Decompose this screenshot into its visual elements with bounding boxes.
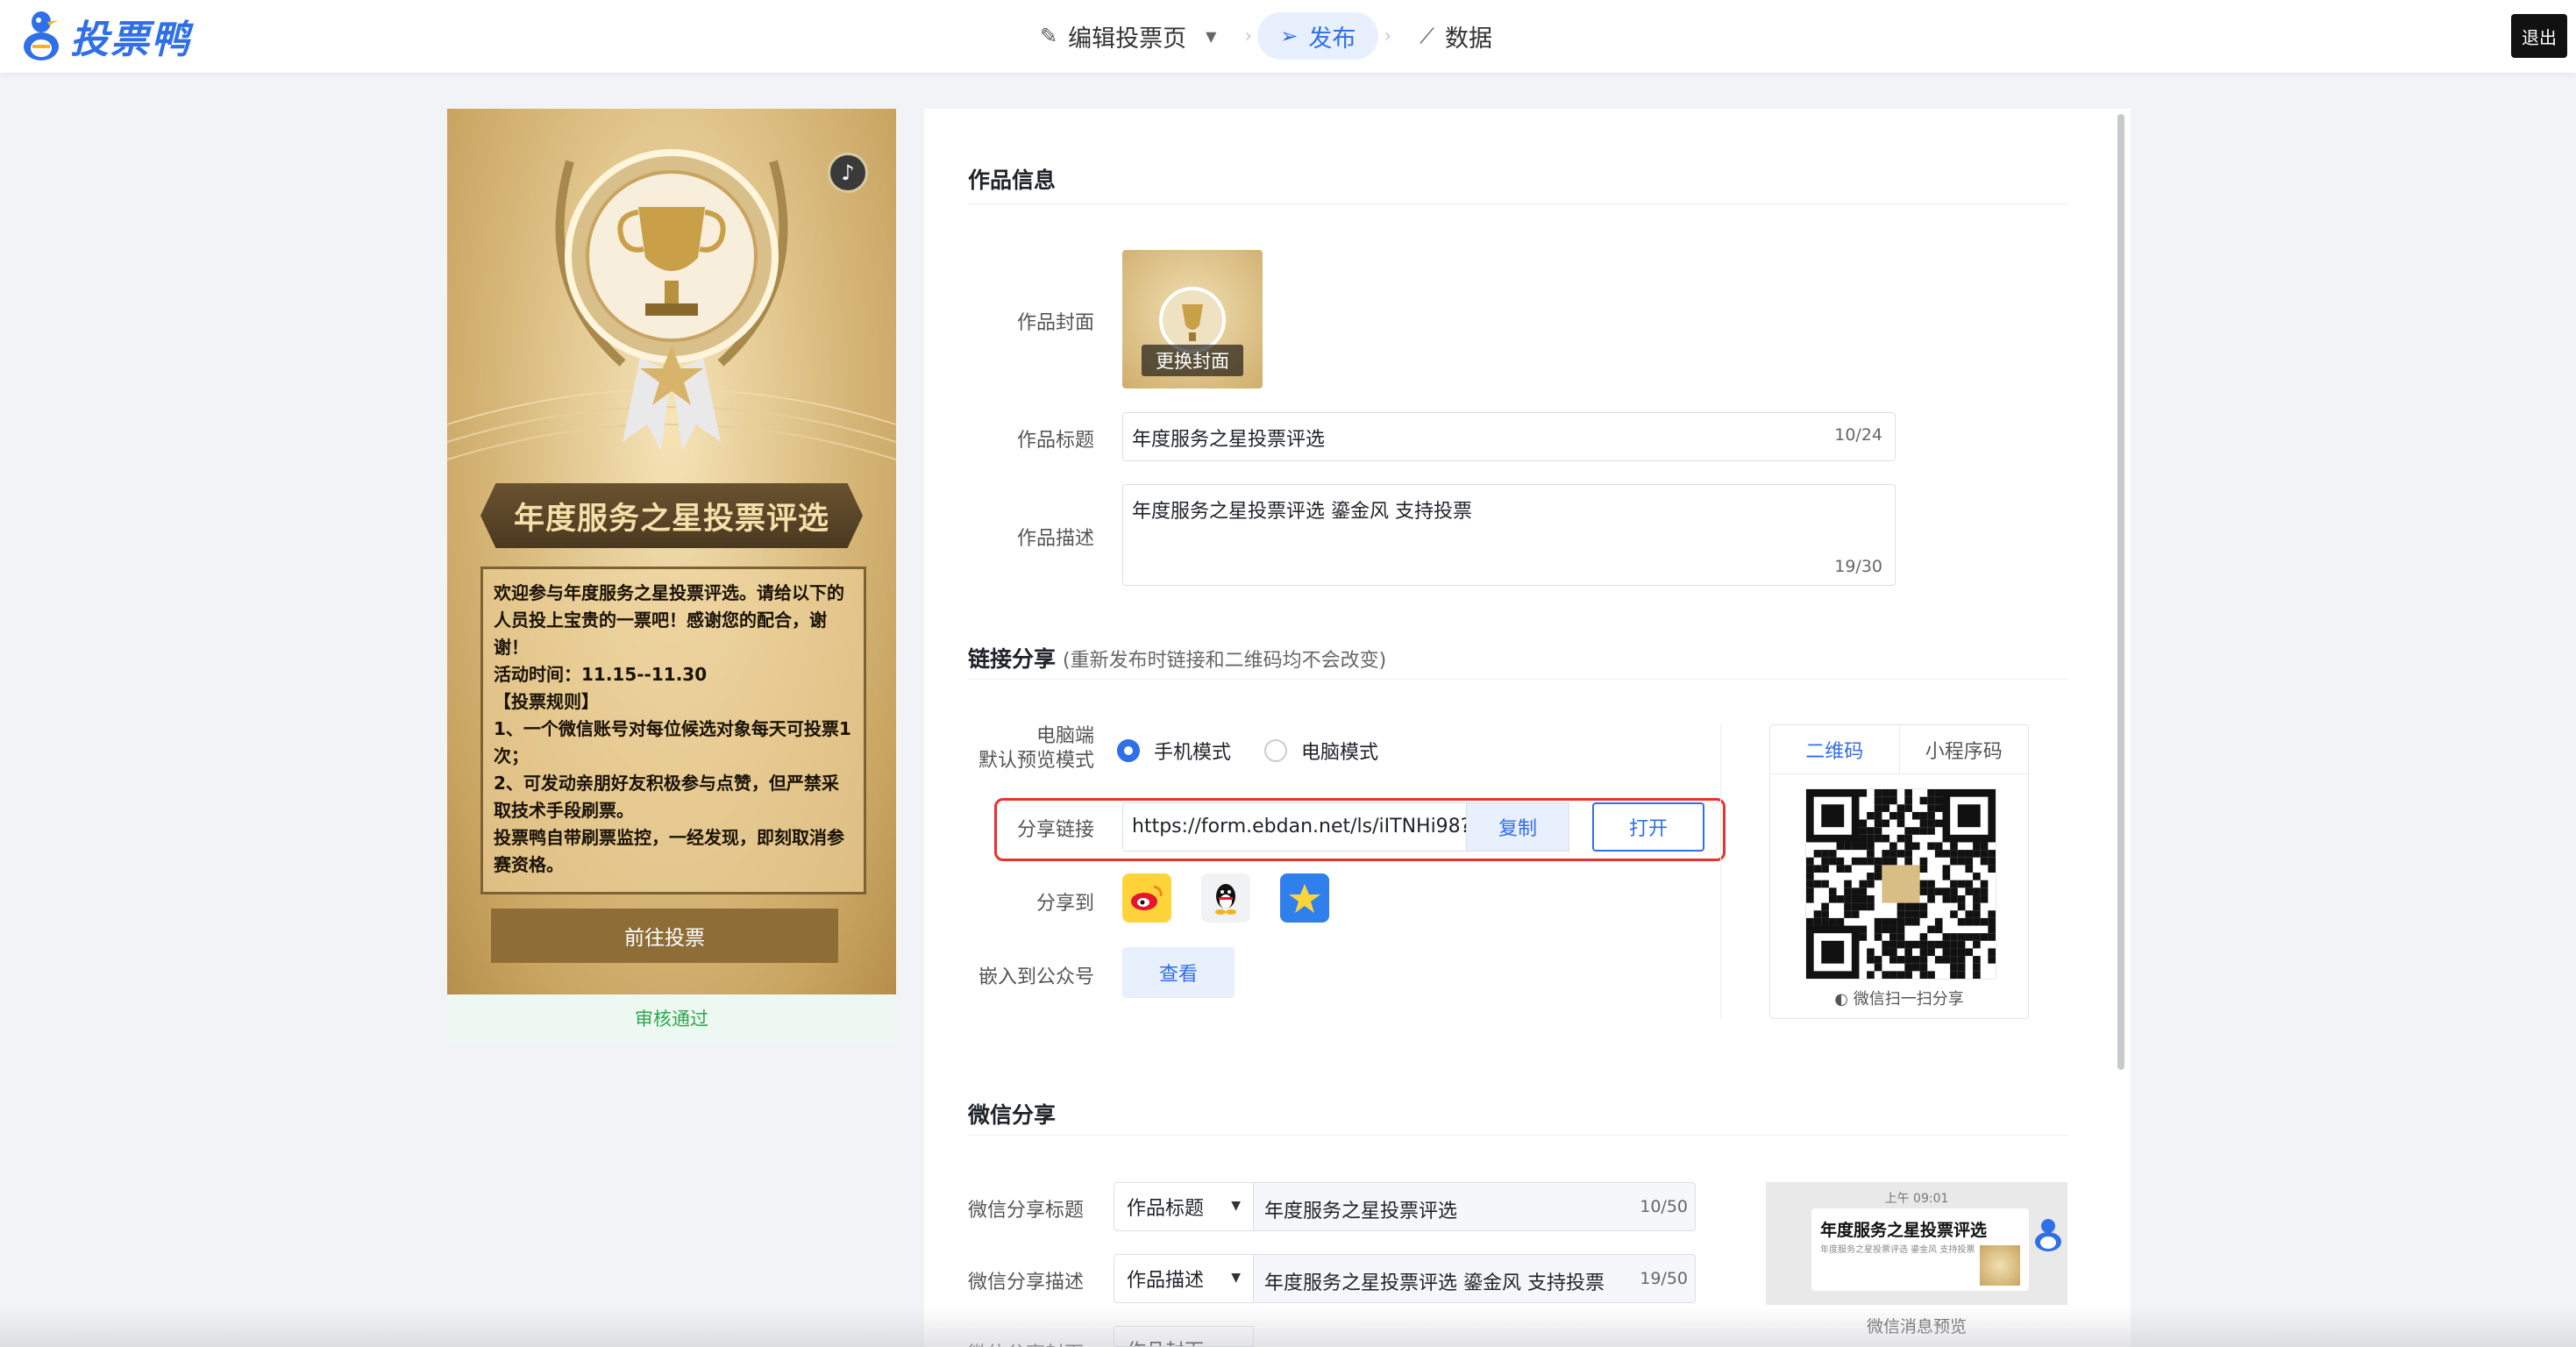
title-char-count: 10/24 bbox=[1834, 425, 1882, 445]
qr-caption: ◐ 微信扫一扫分享 bbox=[1770, 987, 2028, 1009]
wechat-message-preview: 上午 09:01 年度服务之星投票评选 年度服务之星投票评选 鎏金风 支持投票 bbox=[1766, 1182, 2067, 1305]
poster-preview: ♪ 年度服务之星投票评选 欢迎参与年度服务之星投票评选。请给以下的人员投上宝贵的… bbox=[447, 109, 896, 994]
wechat-title-input[interactable]: 年度服务之星投票评选 10/50 bbox=[1254, 1182, 1696, 1231]
divider bbox=[968, 679, 2067, 680]
wechat-title-source-select[interactable]: 作品标题 ▼ bbox=[1114, 1182, 1254, 1231]
top-bar: 投票鸭 ✎ 编辑投票页 ▼ › ➢ 发布 › ⟋ 数据 退出 bbox=[0, 0, 2576, 74]
duck-logo-icon bbox=[24, 11, 59, 61]
wechat-desc-value: 年度服务之星投票评选 鎏金风 支持投票 bbox=[1264, 1272, 1605, 1294]
chevron-down-icon[interactable]: ▼ bbox=[1206, 28, 1216, 45]
caret-down-icon: ▼ bbox=[1231, 1199, 1241, 1213]
edit-icon: ✎ bbox=[1040, 24, 1058, 48]
wechat-preview-caption: 微信消息预览 bbox=[1866, 1317, 1967, 1336]
wechat-title-count: 10/50 bbox=[1640, 1197, 1688, 1216]
logo-text: 投票鸭 bbox=[70, 18, 191, 62]
divider bbox=[968, 203, 2067, 204]
title-input[interactable]: 年度服务之星投票评选 10/24 bbox=[1122, 412, 1896, 461]
wechat-title-value: 年度服务之星投票评选 bbox=[1264, 1201, 1458, 1222]
wechat-share-title: 微信分享 bbox=[968, 1102, 1057, 1128]
step-nav: ✎ 编辑投票页 ▼ › ➢ 发布 › ⟋ 数据 bbox=[1017, 11, 1515, 61]
weibo-icon[interactable] bbox=[1122, 873, 1171, 923]
share-to-label: 分享到 bbox=[1035, 893, 1094, 915]
radio-pc-mode[interactable]: 电脑模式 bbox=[1264, 737, 1378, 765]
preview-card: 年度服务之星投票评选 年度服务之星投票评选 鎏金风 支持投票 bbox=[1811, 1208, 2029, 1291]
chevron-right-icon: › bbox=[1244, 25, 1253, 47]
duck-avatar-icon bbox=[2035, 1219, 2061, 1251]
music-note-icon[interactable]: ♪ bbox=[828, 153, 868, 193]
app-logo[interactable]: 投票鸭 bbox=[19, 9, 191, 63]
qq-icon[interactable] bbox=[1201, 873, 1250, 923]
wechat-desc-label: 微信分享描述 bbox=[968, 1272, 1085, 1294]
preview-mode-label: 电脑端 默认预览模式 bbox=[968, 724, 1094, 773]
wechat-cover-label: 微信分享封面 bbox=[968, 1338, 1087, 1347]
qzone-icon[interactable] bbox=[1280, 873, 1329, 923]
copy-link-button[interactable]: 复制 bbox=[1466, 802, 1569, 852]
preview-card-desc: 年度服务之星投票评选 鎏金风 支持投票 bbox=[1820, 1245, 1975, 1255]
wechat-desc-source-select[interactable]: 作品描述 ▼ bbox=[1114, 1254, 1254, 1303]
cover-label: 作品封面 bbox=[1016, 312, 1094, 334]
caret-down-icon: ▼ bbox=[1231, 1271, 1241, 1285]
chart-icon: ⟋ bbox=[1420, 24, 1434, 48]
radio-pc-label: 电脑模式 bbox=[1301, 742, 1379, 764]
logout-button[interactable]: 退出 bbox=[2511, 14, 2567, 58]
step-edit-label: 编辑投票页 bbox=[1068, 25, 1187, 53]
work-info-title: 作品信息 bbox=[968, 167, 1057, 193]
qr-caption-text: 微信扫一扫分享 bbox=[1853, 990, 1964, 1008]
share-link-input[interactable]: https://form.ebdan.net/ls/iITNHi98? bbox=[1122, 802, 1466, 852]
link-share-title: 链接分享 (重新发布时链接和二维码均不会改变) bbox=[968, 642, 1386, 674]
preview-mode-label-line2: 默认预览模式 bbox=[978, 750, 1094, 772]
preview-card-image bbox=[1980, 1245, 2020, 1286]
tab-qr-code[interactable]: 二维码 bbox=[1770, 725, 1900, 773]
wechat-title-source-value: 作品标题 bbox=[1127, 1198, 1205, 1220]
embed-view-button[interactable]: 查看 bbox=[1122, 947, 1235, 998]
wechat-desc-input[interactable]: 年度服务之星投票评选 鎏金风 支持投票 19/50 bbox=[1254, 1254, 1696, 1303]
wechat-cover-source-value: 作品封面 bbox=[1127, 1336, 1204, 1346]
qr-tabs: 二维码 小程序码 bbox=[1770, 725, 2028, 774]
tab-mini-program-code[interactable]: 小程序码 bbox=[1900, 725, 2029, 773]
qr-code-image bbox=[1805, 788, 1996, 980]
change-cover-button[interactable]: 更换封面 bbox=[1142, 345, 1243, 376]
wechat-cover-source-select[interactable]: 作品封面 bbox=[1114, 1326, 1254, 1347]
step-edit-page[interactable]: ✎ 编辑投票页 ▼ bbox=[1017, 12, 1239, 60]
qr-code-panel: 二维码 小程序码 ◐ 微信扫一扫分享 bbox=[1769, 724, 2029, 1019]
step-publish-label: 发布 bbox=[1308, 25, 1356, 53]
embed-label: 嵌入到公众号 bbox=[978, 966, 1094, 988]
radio-unchecked-icon bbox=[1264, 739, 1287, 762]
wechat-desc-source-value: 作品描述 bbox=[1127, 1270, 1205, 1292]
send-icon: ➢ bbox=[1280, 24, 1299, 48]
preview-mode-label-line1: 电脑端 bbox=[1035, 725, 1094, 747]
review-status: 审核通过 bbox=[447, 994, 896, 1042]
go-vote-button[interactable]: 前往投票 bbox=[491, 909, 838, 963]
open-link-button[interactable]: 打开 bbox=[1592, 802, 1704, 852]
step-publish[interactable]: ➢ 发布 bbox=[1257, 12, 1379, 60]
chevron-right-icon: › bbox=[1384, 25, 1392, 47]
cover-thumbnail[interactable]: 更换封面 bbox=[1122, 250, 1263, 388]
vertical-divider bbox=[1720, 724, 1721, 1019]
desc-textarea-value: 年度服务之星投票评选 鎏金风 支持投票 bbox=[1132, 501, 1472, 523]
preview-card-title: 年度服务之星投票评选 bbox=[1820, 1221, 1988, 1240]
scrollbar[interactable] bbox=[2117, 114, 2124, 1070]
wechat-icon: ◐ bbox=[1834, 990, 1848, 1008]
desc-label: 作品描述 bbox=[1016, 528, 1094, 550]
poster-rules: 欢迎参与年度服务之星投票评选。请给以下的人员投上宝贵的一票吧！感谢您的配合，谢谢… bbox=[480, 567, 866, 894]
wechat-desc-count: 19/50 bbox=[1640, 1269, 1688, 1288]
radio-mobile-mode[interactable]: 手机模式 bbox=[1117, 737, 1231, 765]
wechat-title-label: 微信分享标题 bbox=[968, 1200, 1085, 1222]
radio-mobile-label: 手机模式 bbox=[1154, 742, 1232, 764]
poster-title-text: 年度服务之星投票评选 bbox=[513, 501, 829, 537]
qr-code-icon bbox=[1806, 789, 1996, 979]
preview-time: 上午 09:01 bbox=[1884, 1192, 1949, 1206]
poster-title: 年度服务之星投票评选 bbox=[480, 483, 863, 548]
divider bbox=[968, 1135, 2067, 1136]
title-label: 作品标题 bbox=[1016, 430, 1094, 452]
radio-checked-icon bbox=[1117, 739, 1140, 762]
desc-char-count: 19/30 bbox=[1834, 557, 1882, 576]
step-data[interactable]: ⟋ 数据 bbox=[1397, 12, 1515, 60]
title-input-value: 年度服务之星投票评选 bbox=[1132, 429, 1326, 451]
link-share-note: (重新发布时链接和二维码均不会改变) bbox=[1063, 650, 1387, 672]
share-link-label: 分享链接 bbox=[1016, 819, 1094, 841]
desc-textarea[interactable]: 年度服务之星投票评选 鎏金风 支持投票 19/30 bbox=[1122, 484, 1896, 586]
link-share-title-text: 链接分享 bbox=[968, 646, 1057, 672]
step-data-label: 数据 bbox=[1444, 25, 1492, 53]
